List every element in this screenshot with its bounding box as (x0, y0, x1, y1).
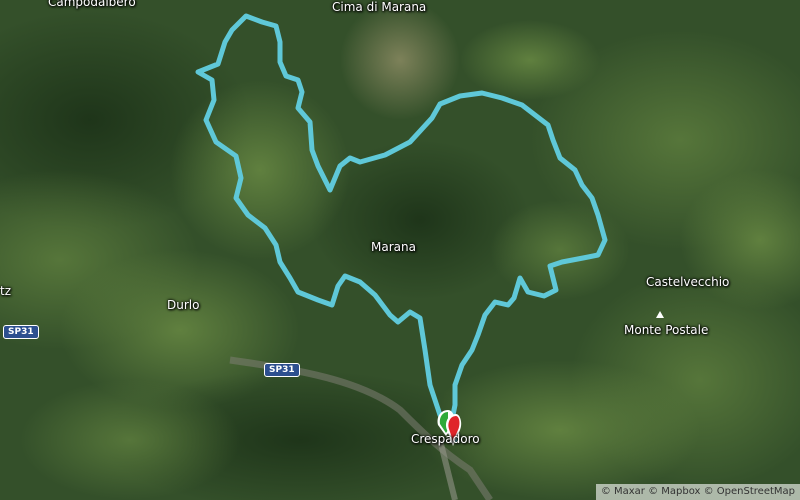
place-label-campodalbero: Campodalbero (48, 0, 136, 9)
place-label-cima-di-marana: Cima di Marana (332, 0, 427, 14)
map-attribution[interactable]: © Maxar © Mapbox © OpenStreetMap (595, 484, 800, 500)
place-label-crespadoro: Crespadoro (411, 432, 480, 446)
satellite-map[interactable]: Campodalbero Cima di Marana Marana Caste… (0, 0, 800, 500)
place-label-castelvecchio: Castelvecchio (646, 275, 730, 289)
place-label-marana: Marana (371, 240, 416, 254)
place-label-fragment: tz (0, 284, 12, 298)
place-label-monte-postale: Monte Postale (624, 323, 709, 337)
road-shield-sp31: SP31 (3, 325, 39, 339)
peak-icon (656, 311, 664, 318)
road-shield-sp31: SP31 (264, 363, 300, 377)
place-label-durlo: Durlo (167, 298, 200, 312)
